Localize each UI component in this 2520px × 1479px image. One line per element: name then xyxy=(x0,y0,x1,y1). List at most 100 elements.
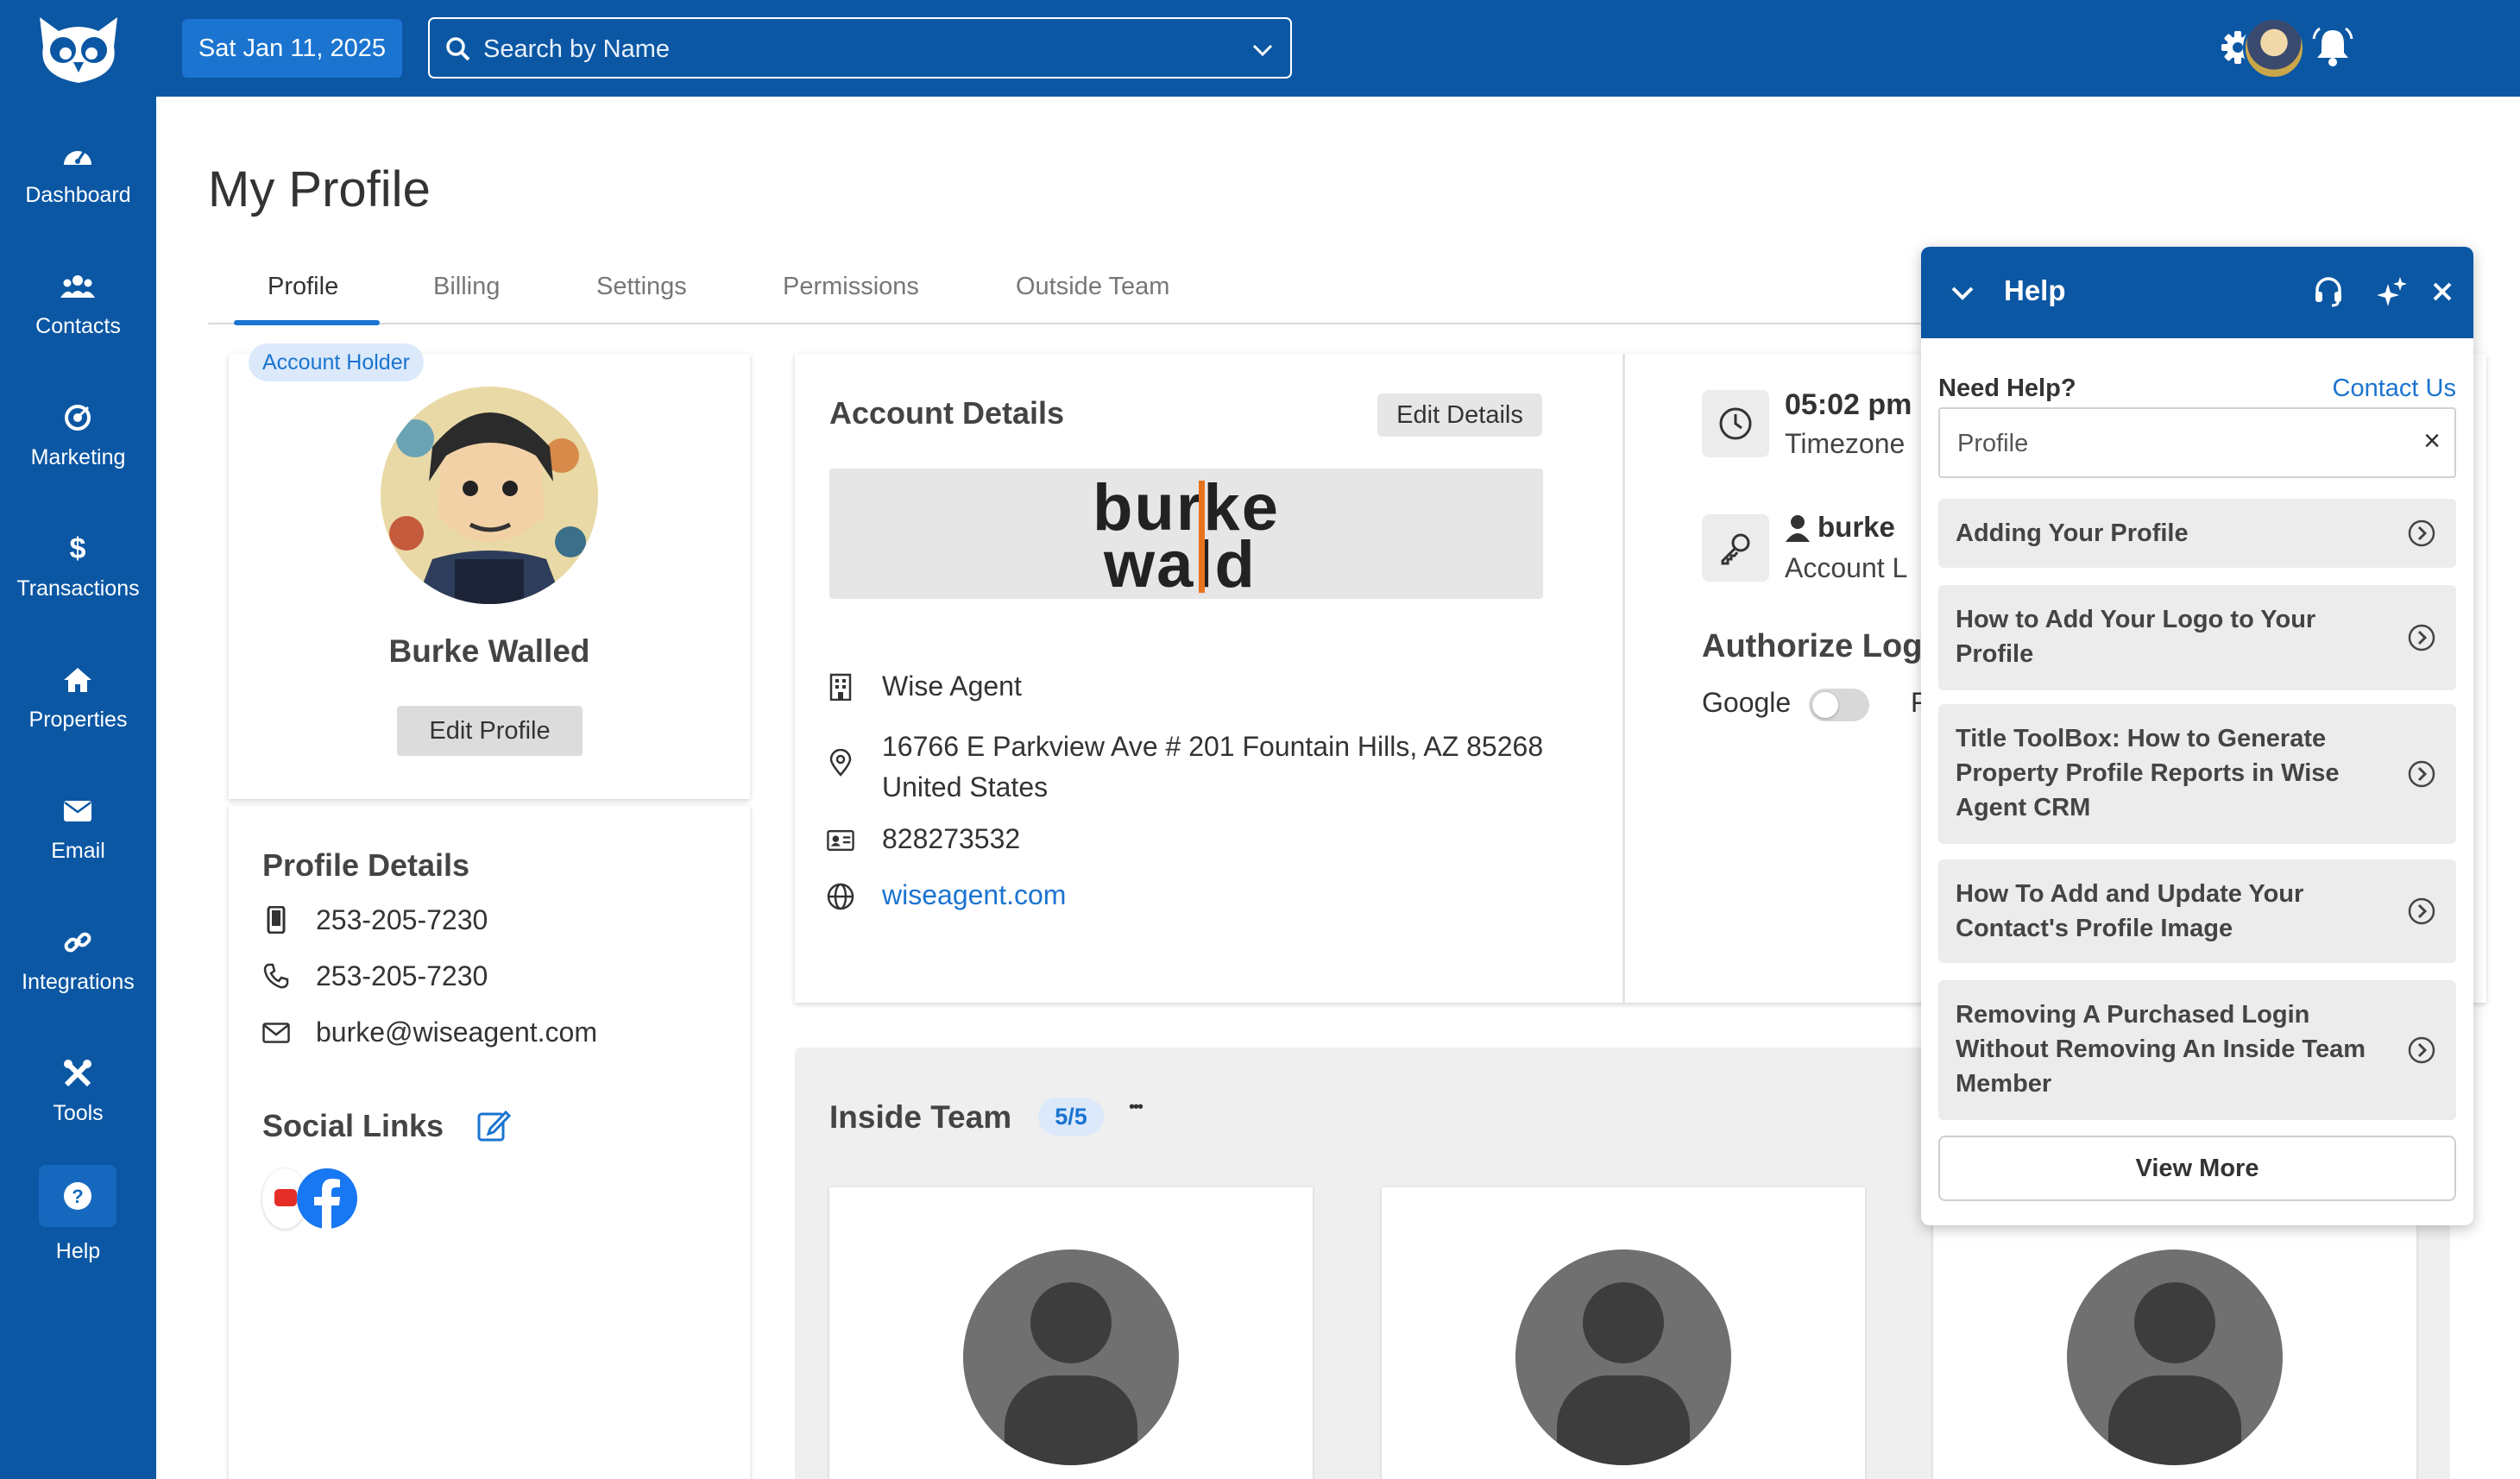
help-title: Help xyxy=(2004,274,2066,306)
bell-icon[interactable] xyxy=(2311,24,2354,71)
license-number: 828273532 xyxy=(882,823,1021,854)
profile-photo[interactable] xyxy=(381,387,598,604)
svg-text:?: ? xyxy=(72,1186,83,1207)
view-more-button[interactable]: View More xyxy=(1938,1136,2456,1201)
sidebar-item-label: Properties xyxy=(28,708,128,732)
current-time: 05:02 pm xyxy=(1785,388,1912,421)
sidebar-item-help[interactable]: ? Help xyxy=(0,1161,156,1282)
google-toggle[interactable] xyxy=(1809,689,1869,721)
help-article-item[interactable]: Removing A Purchased Login Without Remov… xyxy=(1938,980,2456,1120)
sidebar-item-label: Dashboard xyxy=(25,183,131,207)
chevron-down-icon[interactable] xyxy=(1949,280,1976,307)
team-member-card[interactable] xyxy=(1933,1187,2416,1479)
page-title: My Profile xyxy=(208,161,431,217)
date-button[interactable]: Sat Jan 11, 2025 xyxy=(182,19,402,78)
default-avatar-icon xyxy=(1515,1249,1731,1465)
dashboard-icon xyxy=(60,138,95,173)
profile-email[interactable]: burke@wiseagent.com xyxy=(316,1016,597,1048)
sidebar-item-marketing[interactable]: Marketing xyxy=(0,388,156,509)
chevron-right-circle-icon xyxy=(2408,624,2435,651)
sidebar-item-tools[interactable]: Tools xyxy=(0,1044,156,1165)
help-article-item[interactable]: How To Add and Update Your Contact's Pro… xyxy=(1938,859,2456,963)
help-panel: Help Need Help? Contact Us Profile × Add… xyxy=(1921,247,2473,1225)
edit-profile-button[interactable]: Edit Profile xyxy=(397,706,583,756)
help-article-item[interactable]: Title ToolBox: How to Generate Property … xyxy=(1938,704,2456,844)
sidebar-item-label: Help xyxy=(55,1239,101,1263)
help-article-title: Adding Your Profile xyxy=(1956,519,2189,547)
owl-logo-icon[interactable] xyxy=(33,12,124,85)
sidebar-item-label: Transactions xyxy=(16,576,140,601)
website-link[interactable]: wiseagent.com xyxy=(882,879,1066,911)
sidebar-item-contacts[interactable]: Contacts xyxy=(0,257,156,378)
help-article-title: Title ToolBox: How to Generate Property … xyxy=(1956,725,2340,821)
company-logo: burke wald xyxy=(829,469,1543,599)
edit-details-button[interactable]: Edit Details xyxy=(1377,393,1542,437)
more-options-icon[interactable]: ••• xyxy=(1129,1098,1143,1117)
phone-icon xyxy=(262,962,290,990)
location-pin-icon xyxy=(827,749,854,777)
dollar-icon: $ xyxy=(69,532,86,565)
link-icon xyxy=(60,925,95,960)
tab-settings[interactable]: Settings xyxy=(596,273,687,301)
sparkles-icon[interactable] xyxy=(2373,273,2411,311)
profile-mobile[interactable]: 253-205-7230 xyxy=(316,904,488,936)
brand-logo-line-2: wald xyxy=(1104,528,1257,601)
account-details-heading: Account Details xyxy=(829,395,1065,431)
profile-name: Burke Walled xyxy=(388,633,590,669)
search-icon xyxy=(446,37,470,61)
help-article-title: Removing A Purchased Login Without Remov… xyxy=(1956,1001,2366,1098)
user-icon xyxy=(1786,515,1810,542)
sidebar-item-transactions[interactable]: $ Transactions xyxy=(0,519,156,640)
team-member-card[interactable] xyxy=(829,1187,1313,1479)
active-tab-indicator xyxy=(234,320,380,325)
user-avatar[interactable] xyxy=(2243,17,2305,79)
sidebar-item-integrations[interactable]: Integrations xyxy=(0,913,156,1034)
help-header: Help xyxy=(1921,247,2473,338)
sidebar-item-dashboard[interactable]: Dashboard xyxy=(0,126,156,247)
sidebar-item-label: Tools xyxy=(53,1101,104,1125)
chevron-down-icon[interactable] xyxy=(1251,38,1275,62)
sidebar-item-email[interactable]: Email xyxy=(0,782,156,903)
clear-search-icon[interactable]: × xyxy=(2423,425,2441,458)
profile-phone[interactable]: 253-205-7230 xyxy=(316,960,488,992)
chevron-right-circle-icon xyxy=(2408,760,2435,788)
inside-team-heading: Inside Team xyxy=(829,1099,1012,1135)
default-avatar-icon xyxy=(963,1249,1179,1465)
envelope-icon xyxy=(60,794,95,828)
facebook-icon[interactable] xyxy=(295,1167,359,1230)
close-icon[interactable] xyxy=(2423,273,2461,311)
contacts-icon xyxy=(60,269,95,304)
account-holder-badge: Account Holder xyxy=(249,343,424,381)
mobile-phone-icon xyxy=(262,906,290,934)
brand-accent-bar xyxy=(1199,481,1205,593)
help-article-title: How to Add Your Logo to Your Profile xyxy=(1956,606,2316,668)
company-name: Wise Agent xyxy=(882,670,1022,702)
tab-outside-team[interactable]: Outside Team xyxy=(1016,273,1169,301)
key-icon xyxy=(1702,514,1769,582)
card-divider xyxy=(1622,354,1625,1003)
chevron-right-circle-icon xyxy=(2408,519,2435,547)
sidebar: Dashboard Contacts Marketing $ Transacti… xyxy=(0,0,156,1479)
team-member-card[interactable] xyxy=(1382,1187,1865,1479)
search-placeholder: Search by Name xyxy=(483,35,670,63)
tools-icon xyxy=(60,1056,95,1091)
sidebar-item-properties[interactable]: Properties xyxy=(0,651,156,771)
contact-us-link[interactable]: Contact Us xyxy=(2333,374,2456,403)
help-article-item[interactable]: Adding Your Profile xyxy=(1938,499,2456,568)
tab-profile[interactable]: Profile xyxy=(268,273,338,301)
search-input[interactable]: Search by Name xyxy=(428,17,1292,79)
social-links-heading: Social Links xyxy=(262,1108,444,1143)
id-card-icon xyxy=(827,827,854,854)
edit-social-links-icon[interactable] xyxy=(476,1108,511,1142)
help-article-item[interactable]: How to Add Your Logo to Your Profile xyxy=(1938,585,2456,690)
team-count-badge: 5/5 xyxy=(1038,1098,1104,1136)
tab-billing[interactable]: Billing xyxy=(433,273,500,301)
sidebar-item-label: Email xyxy=(51,839,105,863)
top-bar: Sat Jan 11, 2025 Search by Name xyxy=(156,0,2520,97)
account-username: burke xyxy=(1818,511,1895,543)
building-icon xyxy=(827,673,854,701)
help-search-input[interactable]: Profile × xyxy=(1938,407,2456,478)
sidebar-item-label: Marketing xyxy=(30,445,126,469)
headset-icon[interactable] xyxy=(2309,273,2347,311)
tab-permissions[interactable]: Permissions xyxy=(783,273,919,301)
